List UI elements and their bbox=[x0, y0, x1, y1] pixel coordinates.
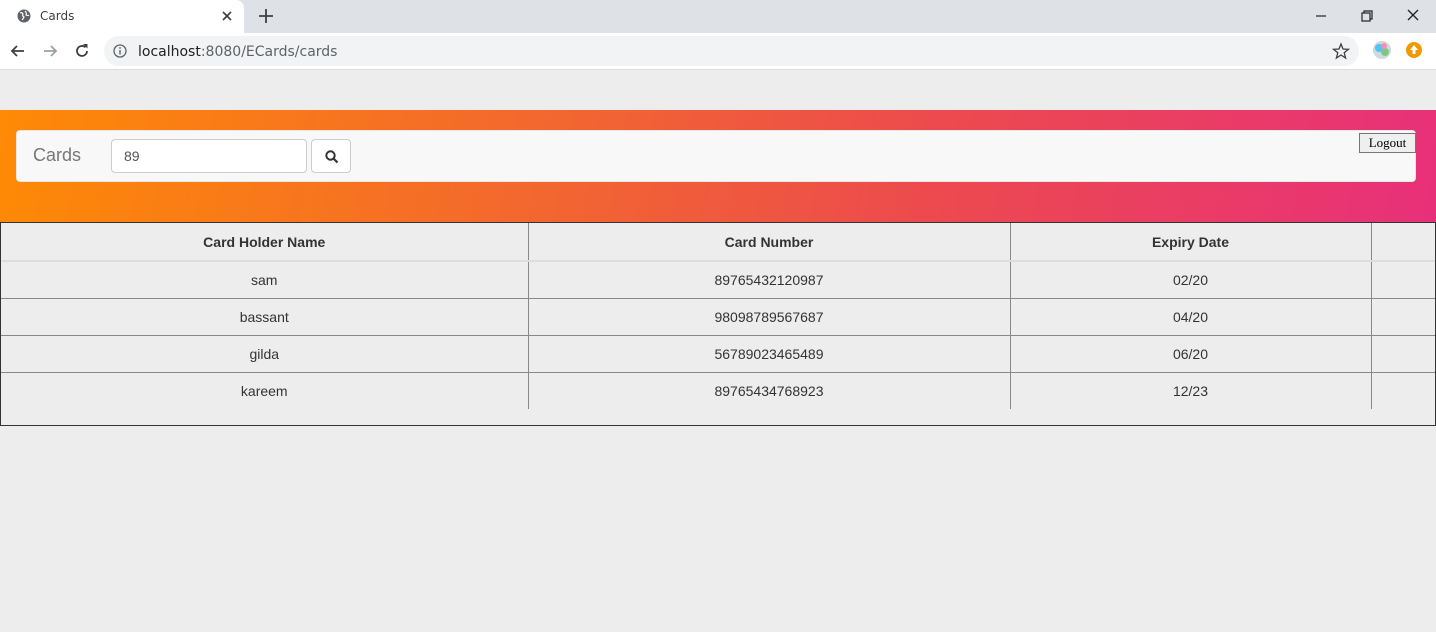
brand-title[interactable]: Cards bbox=[33, 145, 81, 166]
tab-title: Cards bbox=[40, 9, 75, 23]
cell-actions bbox=[1371, 334, 1435, 372]
cell-card-holder: sam bbox=[1, 260, 529, 298]
back-icon[interactable] bbox=[8, 41, 28, 61]
cell-card-number: 89765434768923 bbox=[528, 371, 1011, 409]
cards-table: Card Holder Name Card Number Expiry Date… bbox=[0, 222, 1436, 426]
cell-card-holder: kareem bbox=[1, 371, 529, 409]
close-window-icon[interactable] bbox=[1403, 6, 1423, 26]
header-banner: Cards Logout bbox=[0, 110, 1436, 222]
browser-tab[interactable]: Cards bbox=[0, 0, 244, 33]
column-header-card-holder: Card Holder Name bbox=[1, 223, 529, 262]
cell-expiry-date: 04/20 bbox=[1010, 297, 1372, 335]
navbar: Cards Logout bbox=[16, 130, 1416, 182]
table-header-row: Card Holder Name Card Number Expiry Date bbox=[1, 223, 1435, 262]
profile-update-icon[interactable] bbox=[1404, 40, 1424, 60]
cell-expiry-date: 02/20 bbox=[1010, 260, 1372, 298]
search-icon bbox=[325, 150, 339, 164]
cell-actions bbox=[1371, 260, 1435, 298]
table-row: gilda 56789023465489 06/20 bbox=[1, 334, 1435, 372]
browser-toolbar: localhost:8080/ECards/cards bbox=[0, 33, 1436, 70]
cell-card-number: 98098789567687 bbox=[528, 297, 1011, 335]
restore-icon[interactable] bbox=[1357, 6, 1377, 26]
info-icon[interactable] bbox=[113, 44, 127, 58]
cell-card-number: 89765432120987 bbox=[528, 260, 1011, 298]
close-tab-icon[interactable] bbox=[220, 9, 234, 23]
minimize-icon[interactable] bbox=[1311, 6, 1331, 26]
table-row: kareem 89765434768923 12/23 bbox=[1, 371, 1435, 409]
cell-card-number: 56789023465489 bbox=[528, 334, 1011, 372]
cell-card-holder: gilda bbox=[1, 334, 529, 372]
search-button[interactable] bbox=[311, 139, 351, 173]
forward-icon[interactable] bbox=[40, 41, 60, 61]
logout-button[interactable]: Logout bbox=[1359, 133, 1416, 153]
new-tab-icon[interactable] bbox=[257, 7, 275, 25]
cell-actions bbox=[1371, 371, 1435, 409]
url-path: :8080/ECards/cards bbox=[200, 44, 338, 60]
bookmark-star-icon[interactable] bbox=[1332, 42, 1350, 60]
search-input[interactable] bbox=[111, 139, 307, 173]
url-text: localhost:8080/ECards/cards bbox=[138, 44, 337, 60]
table-row: sam 89765432120987 02/20 bbox=[1, 260, 1435, 298]
url-host: localhost bbox=[138, 44, 201, 60]
globe-icon bbox=[17, 9, 31, 23]
address-bar[interactable]: localhost:8080/ECards/cards bbox=[104, 36, 1359, 66]
column-header-expiry-date: Expiry Date bbox=[1010, 223, 1372, 262]
cell-expiry-date: 06/20 bbox=[1010, 334, 1372, 372]
cell-expiry-date: 12/23 bbox=[1010, 371, 1372, 409]
column-header-actions bbox=[1371, 223, 1435, 262]
browser-tabstrip: Cards bbox=[0, 0, 1436, 33]
cell-actions bbox=[1371, 297, 1435, 335]
column-header-card-number: Card Number bbox=[528, 223, 1011, 262]
extension-icon[interactable] bbox=[1372, 40, 1392, 60]
cell-card-holder: bassant bbox=[1, 297, 529, 335]
table-row: bassant 98098789567687 04/20 bbox=[1, 297, 1435, 335]
reload-icon[interactable] bbox=[72, 41, 92, 61]
